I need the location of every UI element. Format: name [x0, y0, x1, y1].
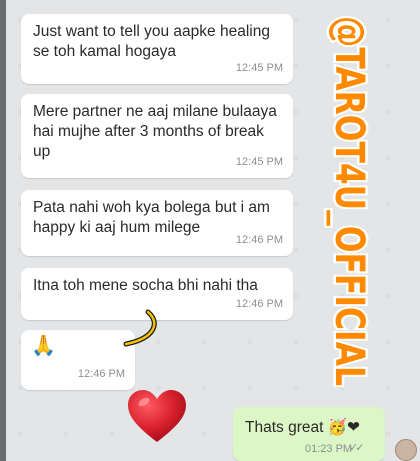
incoming-message[interactable]: Pata nahi woh kya bolega but i am happy … [21, 190, 293, 256]
incoming-message[interactable]: Mere partner ne aaj milane bulaaya hai m… [21, 94, 293, 178]
screen-edge [0, 0, 6, 461]
heart-icon [128, 390, 186, 442]
message-time: 01:23 PM [305, 443, 353, 455]
avatar[interactable] [395, 439, 417, 461]
folded-hands-emoji: 🙏 [31, 335, 56, 357]
message-time: 12:46 PM [77, 368, 125, 380]
message-text: Just want to tell you aapke healing se t… [33, 23, 270, 60]
message-time: 12:46 PM [235, 234, 283, 246]
incoming-message[interactable]: Just want to tell you aapke healing se t… [21, 14, 293, 84]
message-time: 12:45 PM [235, 62, 283, 74]
outgoing-message[interactable]: Thats great 🥳❤ 01:23 PM ✓✓ [233, 407, 385, 461]
message-text: Thats great 🥳❤ [245, 419, 360, 436]
swoosh-decoration [123, 309, 157, 347]
watermark: @TAROT4U_OFFICIAL [324, 14, 375, 389]
message-text: Itna toh mene socha bhi nahi tha [33, 277, 258, 294]
read-ticks-icon: ✓✓ [349, 442, 365, 454]
message-time: 12:46 PM [235, 298, 283, 310]
incoming-message[interactable]: 🙏 12:46 PM [21, 330, 135, 390]
watermark-text: @TAROT4U_OFFICIAL [326, 16, 372, 386]
message-time: 12:45 PM [235, 156, 283, 168]
